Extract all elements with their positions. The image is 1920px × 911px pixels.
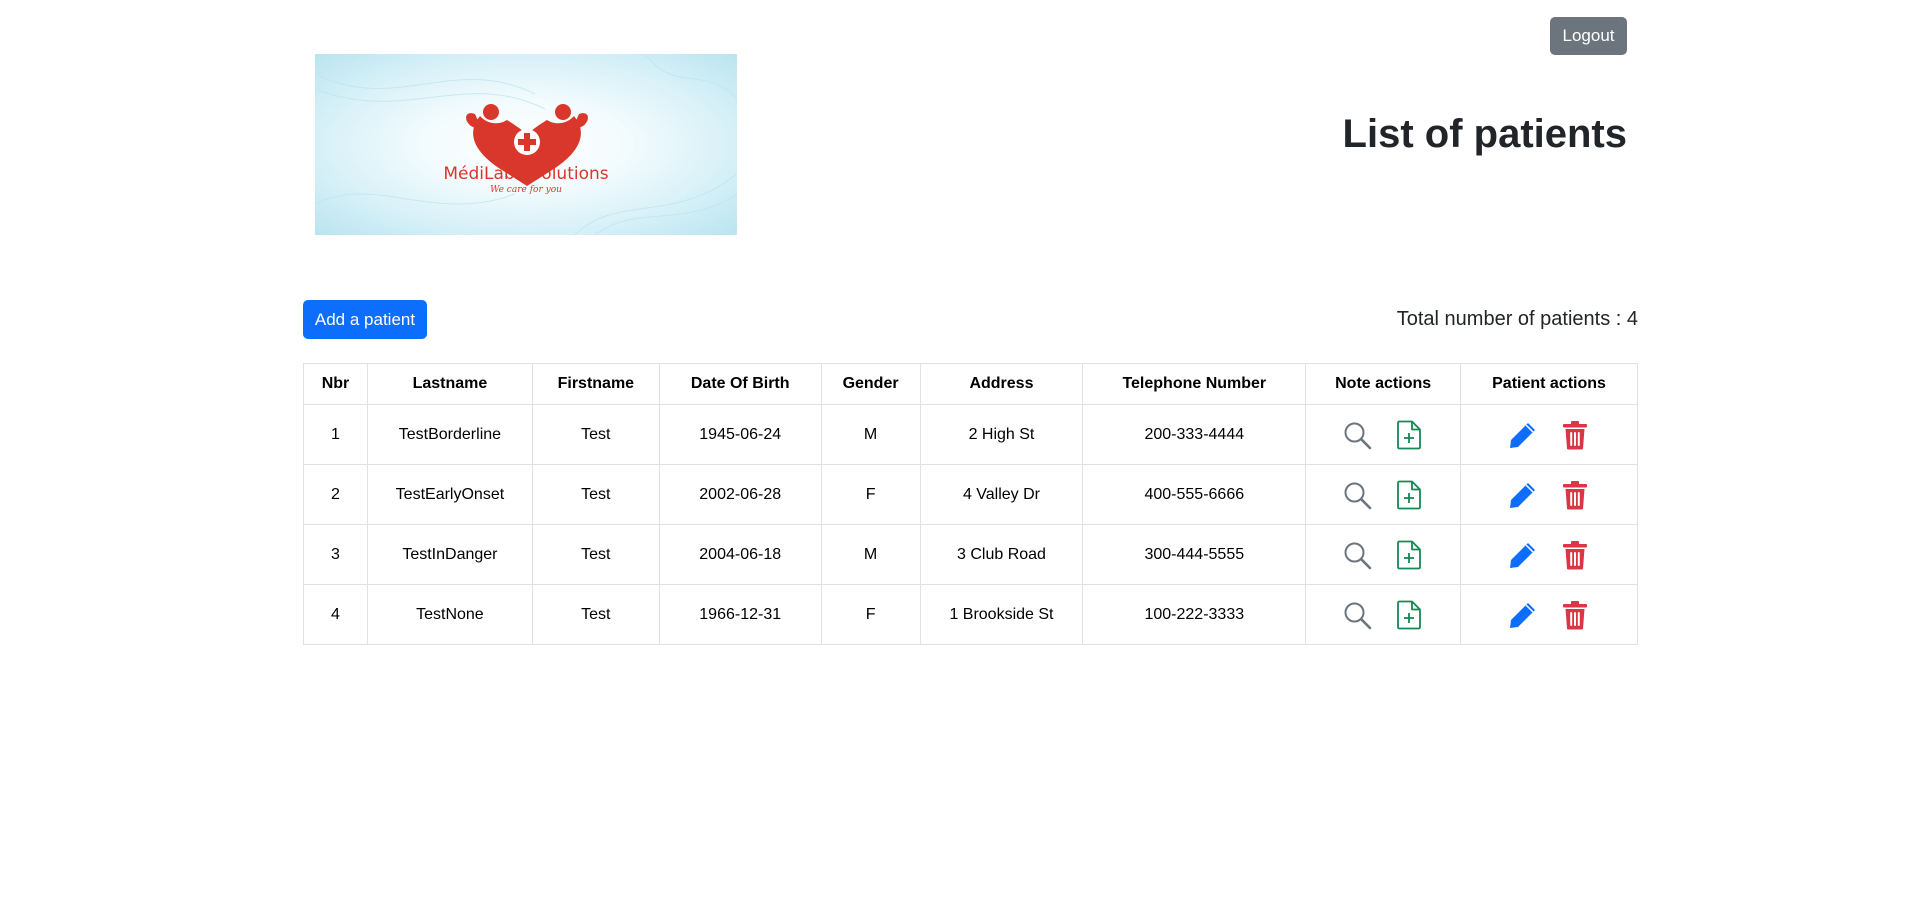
column-header-patient-actions: Patient actions (1460, 363, 1638, 405)
cell-gender: M (820, 524, 921, 585)
trash-icon[interactable] (1560, 420, 1590, 450)
pencil-icon[interactable] (1508, 420, 1538, 450)
cell-address: 1 Brookside St (919, 584, 1084, 645)
patients-table: Nbr Lastname Firstname Date Of Birth Gen… (303, 363, 1638, 645)
trash-icon[interactable] (1560, 480, 1590, 510)
cell-telephone: 100-222-3333 (1082, 584, 1307, 645)
cell-firstname: Test (531, 404, 660, 465)
file-plus-icon[interactable] (1394, 480, 1424, 510)
cell-patient-actions (1460, 404, 1638, 465)
pencil-icon[interactable] (1508, 600, 1538, 630)
trash-icon[interactable] (1560, 540, 1590, 570)
cell-telephone: 200-333-4444 (1082, 404, 1307, 465)
column-header-date-of-birth: Date Of Birth (658, 363, 822, 405)
cell-date-of-birth: 2004-06-18 (658, 524, 822, 585)
column-header-nbr: Nbr (303, 363, 368, 405)
cell-note-actions (1305, 584, 1462, 645)
patient-count: Total number of patients : 4 (1396, 308, 1638, 330)
pencil-icon[interactable] (1508, 480, 1538, 510)
search-icon[interactable] (1342, 540, 1372, 570)
column-header-address: Address (919, 363, 1084, 405)
table-row: 3 TestInDanger Test 2004-06-18 M 3 Club Road 3… (303, 524, 1638, 585)
search-icon[interactable] (1342, 480, 1372, 510)
page-title: List of patients (1342, 112, 1627, 156)
table-header-row: Nbr Lastname Firstname Date Of Birth Gen… (303, 363, 1638, 405)
table-row: 4 TestNone Test 1966-12-31 F 1 Brookside St 10… (303, 584, 1638, 645)
column-header-note-actions: Note actions (1305, 363, 1462, 405)
cell-nbr: 1 (303, 404, 368, 465)
cell-lastname: TestBorderline (366, 404, 533, 465)
table-row: 2 TestEarlyOnset Test 2002-06-28 F 4 Valley D… (303, 464, 1638, 525)
cell-nbr: 4 (303, 584, 368, 645)
column-header-telephone: Telephone Number (1082, 363, 1307, 405)
cell-lastname: TestEarlyOnset (366, 464, 533, 525)
search-icon[interactable] (1342, 600, 1372, 630)
cell-patient-actions (1460, 524, 1638, 585)
cell-firstname: Test (531, 464, 660, 525)
add-patient-button[interactable]: Add a patient (303, 300, 427, 339)
logout-button[interactable]: Logout (1550, 17, 1627, 55)
column-header-firstname: Firstname (531, 363, 660, 405)
company-logo: MédiLabo Solutions We care for you (315, 54, 737, 235)
logo-graphic (315, 54, 737, 235)
cell-firstname: Test (531, 524, 660, 585)
cell-nbr: 3 (303, 524, 368, 585)
column-header-lastname: Lastname (366, 363, 533, 405)
file-plus-icon[interactable] (1394, 420, 1424, 450)
cell-patient-actions (1460, 584, 1638, 645)
cell-telephone: 300-444-5555 (1082, 524, 1307, 585)
search-icon[interactable] (1342, 420, 1372, 450)
cell-gender: F (820, 584, 921, 645)
pencil-icon[interactable] (1508, 540, 1538, 570)
file-plus-icon[interactable] (1394, 600, 1424, 630)
cell-firstname: Test (531, 584, 660, 645)
cell-lastname: TestNone (366, 584, 533, 645)
cell-address: 2 High St (919, 404, 1084, 465)
cell-date-of-birth: 1945-06-24 (658, 404, 822, 465)
cell-patient-actions (1460, 464, 1638, 525)
cell-address: 4 Valley Dr (919, 464, 1084, 525)
table-row: 1 TestBorderline Test 1945-06-24 M 2 High St 2… (303, 404, 1638, 465)
cell-date-of-birth: 2002-06-28 (658, 464, 822, 525)
cell-gender: M (820, 404, 921, 465)
trash-icon[interactable] (1560, 600, 1590, 630)
cell-note-actions (1305, 524, 1462, 585)
cell-telephone: 400-555-6666 (1082, 464, 1307, 525)
logo-tagline: We care for you (490, 185, 562, 195)
column-header-gender: Gender (820, 363, 921, 405)
cell-lastname: TestInDanger (366, 524, 533, 585)
cell-gender: F (820, 464, 921, 525)
page: Logout MédiLabo Solutions We care for yo… (0, 0, 1920, 911)
logo-brand: MédiLabo Solutions (443, 164, 609, 184)
cell-nbr: 2 (303, 464, 368, 525)
cell-note-actions (1305, 464, 1462, 525)
file-plus-icon[interactable] (1394, 540, 1424, 570)
cell-note-actions (1305, 404, 1462, 465)
cell-address: 3 Club Road (919, 524, 1084, 585)
cell-date-of-birth: 1966-12-31 (658, 584, 822, 645)
